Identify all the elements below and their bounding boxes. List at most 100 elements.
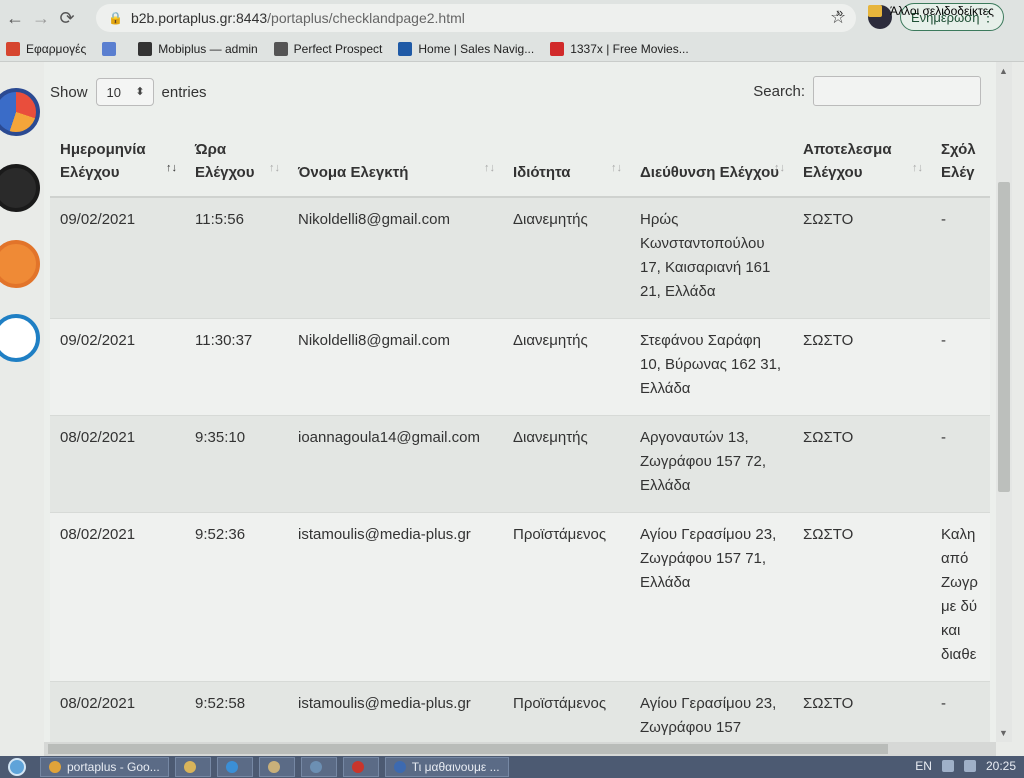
sort-icon[interactable]: ↑↓: [611, 157, 622, 180]
bookmark-label: Perfect Prospect: [293, 41, 383, 56]
table-cell: ΣΩΣΤΟ: [793, 318, 931, 416]
entries-control: Show 10 ⬍ entries: [50, 78, 207, 106]
language-indicator[interactable]: EN: [915, 759, 932, 773]
column-header[interactable]: Διεύθυνση Ελέγχου ↑↓: [630, 120, 793, 198]
column-header[interactable]: Όνομα Ελεγκτή ↑↓: [288, 120, 503, 198]
table-row: 09/02/2021 11:5:56 Nikoldelli8@gmail.com Δι…: [50, 197, 990, 319]
other-bookmarks[interactable]: Άλλοι σελιδοδείκτες: [868, 4, 994, 18]
folder-icon: [868, 5, 882, 17]
entries-label: entries: [161, 83, 207, 101]
table-cell: Nikoldelli8@gmail.com: [288, 318, 503, 416]
bookmark-favicon-icon: [550, 41, 565, 56]
sort-icon[interactable]: ↑↓: [774, 157, 785, 180]
column-header-label: Αποτελεσμα Ελέγχου: [803, 141, 892, 181]
column-header[interactable]: Ώρα Ελέγχου ↑↓: [185, 120, 288, 198]
page-content: Show 10 ⬍ entries Search: Ημερομηνία Ελέ…: [44, 62, 999, 755]
table-cell: ioannagoula14@gmail.com: [288, 415, 503, 513]
table-cell: Nikoldelli8@gmail.com: [288, 197, 503, 319]
taskbar-app[interactable]: [216, 757, 253, 777]
sort-icon[interactable]: ↑↓: [912, 157, 923, 180]
taskbar-app[interactable]: [258, 757, 295, 777]
horizontal-scrollbar[interactable]: [44, 742, 996, 756]
lock-icon: 🔒: [108, 11, 123, 25]
bookmark-label: 1337x | Free Movies...: [570, 41, 689, 56]
mail-app-icon[interactable]: [0, 314, 40, 362]
chart-app-icon[interactable]: [0, 88, 40, 136]
app-icon: [351, 761, 364, 773]
os-taskbar: portaplus - Goo... Τι μαθαινουμε ... EN 2…: [0, 756, 1024, 778]
show-label: Show: [50, 83, 88, 101]
bookmark-item[interactable]: Εφαρμογές: [6, 41, 87, 56]
bookmark-item[interactable]: Home | Sales Navig...: [398, 41, 534, 56]
reload-icon[interactable]: ⟳: [54, 5, 80, 31]
table-cell: 9:35:10: [185, 415, 288, 513]
users-app-icon[interactable]: [0, 240, 40, 288]
forward-icon[interactable]: →: [28, 5, 54, 31]
taskbar-app[interactable]: Τι μαθαινουμε ...: [384, 757, 509, 777]
table-cell: 09/02/2021: [50, 318, 185, 416]
bookmark-item[interactable]: Mobiplus — admin: [138, 41, 258, 56]
hscroll-thumb[interactable]: [48, 744, 888, 754]
entries-value: 10: [106, 84, 121, 100]
column-header[interactable]: Αποτελεσμα Ελέγχου ↑↓: [793, 120, 931, 198]
entries-select[interactable]: 10 ⬍: [95, 78, 154, 106]
chevron-updown-icon: ⬍: [135, 86, 145, 98]
sort-icon[interactable]: ↑↓: [166, 157, 177, 180]
app-icon: [393, 761, 406, 773]
table-cell: 08/02/2021: [50, 415, 185, 513]
taskbar-app[interactable]: [300, 757, 337, 777]
column-header-label: Ημερομηνία Ελέγχου: [60, 141, 146, 181]
url-path: /portaplus/checklandpage2.html: [267, 10, 465, 26]
table-cell: Αγίου Γερασίμου 23, Ζωγράφου 157 71, Ελλ…: [630, 512, 793, 682]
table-cell: 08/02/2021: [50, 512, 185, 682]
search-label: Search:: [753, 82, 805, 100]
column-header[interactable]: Ημερομηνία Ελέγχου ↑↓: [50, 120, 185, 198]
bookmark-item[interactable]: [102, 41, 122, 56]
search-input[interactable]: [813, 76, 981, 106]
bookmark-favicon-icon: [398, 41, 413, 56]
back-icon[interactable]: ←: [2, 5, 28, 31]
app-icon: [309, 761, 322, 773]
sort-icon[interactable]: ↑↓: [484, 157, 495, 180]
taskbar-app-label: Τι μαθαινουμε ...: [411, 760, 500, 774]
bookmark-item[interactable]: Perfect Prospect: [273, 41, 383, 56]
volume-icon[interactable]: [963, 760, 976, 772]
taskbar-app[interactable]: portaplus - Goo...: [40, 757, 169, 777]
bookmarks-overflow-icon[interactable]: »: [836, 5, 843, 20]
document-app-icon[interactable]: [0, 164, 40, 212]
column-header-label: Διεύθυνση Ελέγχου: [640, 164, 780, 181]
bookmark-item[interactable]: 1337x | Free Movies...: [550, 41, 689, 56]
vertical-scrollbar[interactable]: ▲ ▼: [996, 62, 1012, 742]
table-cell: Στεφάνου Σαράφη 10, Βύρωνας 162 31, Ελλά…: [630, 318, 793, 416]
table-row: 09/02/2021 11:30:37 Nikoldelli8@gmail.com Δ…: [50, 318, 990, 416]
column-header-label: Σχόλ Ελέγ: [941, 141, 976, 181]
clock[interactable]: 20:25: [986, 759, 1016, 773]
network-icon[interactable]: [941, 760, 954, 772]
column-header[interactable]: Σχόλ Ελέγ: [931, 120, 990, 198]
table-cell: istamoulis@media-plus.gr: [288, 512, 503, 682]
table-cell: 11:5:56: [185, 197, 288, 319]
table-row: 08/02/2021 9:52:36 istamoulis@media-plus.g…: [50, 512, 990, 682]
address-bar[interactable]: 🔒 b2b.portaplus.gr:8443/portaplus/checkl…: [96, 4, 856, 32]
column-header-label: Ιδιότητα: [513, 164, 571, 181]
table-cell: ΣΩΣΤΟ: [793, 512, 931, 682]
table-cell: 9:52:36: [185, 512, 288, 682]
scroll-down-icon[interactable]: ▼: [999, 728, 1008, 738]
url-host: b2b.portaplus.gr:8443: [130, 10, 268, 26]
table-cell: Καλη από Ζωγρ με δύ και διαθε: [931, 512, 990, 682]
sort-icon[interactable]: ↑↓: [269, 157, 280, 180]
table-cell: -: [931, 415, 990, 513]
taskbar-app[interactable]: [342, 757, 379, 777]
system-tray: EN 20:25: [915, 759, 1016, 773]
app-icon: [49, 761, 61, 773]
scroll-thumb[interactable]: [998, 182, 1010, 492]
column-header-label: Ώρα Ελέγχου: [195, 141, 255, 181]
bookmark-favicon-icon: [6, 41, 20, 56]
table-row: 08/02/2021 9:35:10 ioannagoula14@gmail.com…: [50, 415, 990, 513]
taskbar-app[interactable]: [174, 757, 211, 777]
column-header[interactable]: Ιδιότητα ↑↓: [503, 120, 630, 198]
start-button[interactable]: [0, 756, 34, 778]
bookmark-label: Εφαρμογές: [26, 41, 87, 56]
scroll-up-icon[interactable]: ▲: [999, 66, 1008, 76]
windows-icon: [8, 758, 26, 776]
